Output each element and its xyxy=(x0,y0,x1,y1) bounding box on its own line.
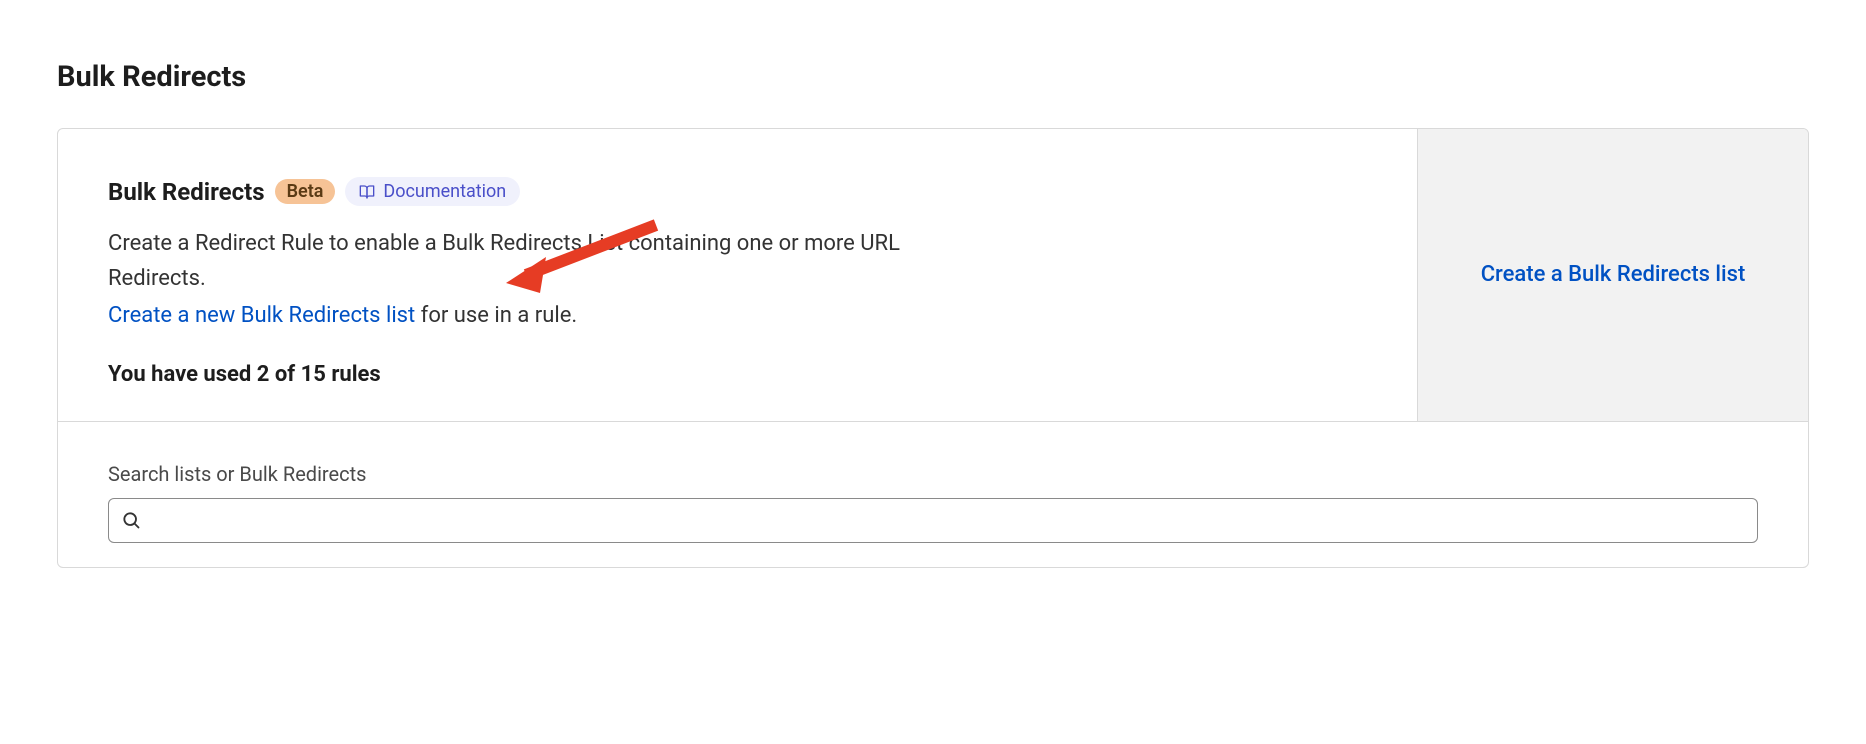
card-main-content: Bulk Redirects Beta Documentation Create… xyxy=(58,129,1417,421)
documentation-link[interactable]: Documentation xyxy=(345,177,520,206)
card-side-panel: Create a Bulk Redirects list xyxy=(1417,129,1808,421)
book-icon xyxy=(359,184,375,200)
create-list-link[interactable]: Create a new Bulk Redirects list xyxy=(108,303,415,328)
card-search-section: Search lists or Bulk Redirects xyxy=(58,422,1808,567)
page-title: Bulk Redirects xyxy=(57,60,1809,94)
bulk-redirects-card: Bulk Redirects Beta Documentation Create… xyxy=(57,128,1809,568)
search-field-wrapper[interactable] xyxy=(108,498,1758,543)
create-list-line: Create a new Bulk Redirects list for use… xyxy=(108,298,958,333)
rules-usage-text: You have used 2 of 15 rules xyxy=(108,362,1367,387)
card-header-row: Bulk Redirects Beta Documentation xyxy=(108,177,1367,206)
card-description: Create a Redirect Rule to enable a Bulk … xyxy=(108,226,958,296)
card-title: Bulk Redirects xyxy=(108,178,265,206)
search-input[interactable] xyxy=(151,509,1745,532)
beta-badge: Beta xyxy=(275,179,336,204)
page-container: Bulk Redirects Bulk Redirects Beta Docum… xyxy=(0,0,1866,568)
documentation-label: Documentation xyxy=(383,181,506,202)
create-list-suffix: for use in a rule. xyxy=(415,303,577,328)
search-label: Search lists or Bulk Redirects xyxy=(108,462,1758,486)
card-top-row: Bulk Redirects Beta Documentation Create… xyxy=(58,129,1808,422)
create-bulk-redirects-list-link[interactable]: Create a Bulk Redirects list xyxy=(1481,262,1746,287)
search-icon xyxy=(121,510,141,530)
